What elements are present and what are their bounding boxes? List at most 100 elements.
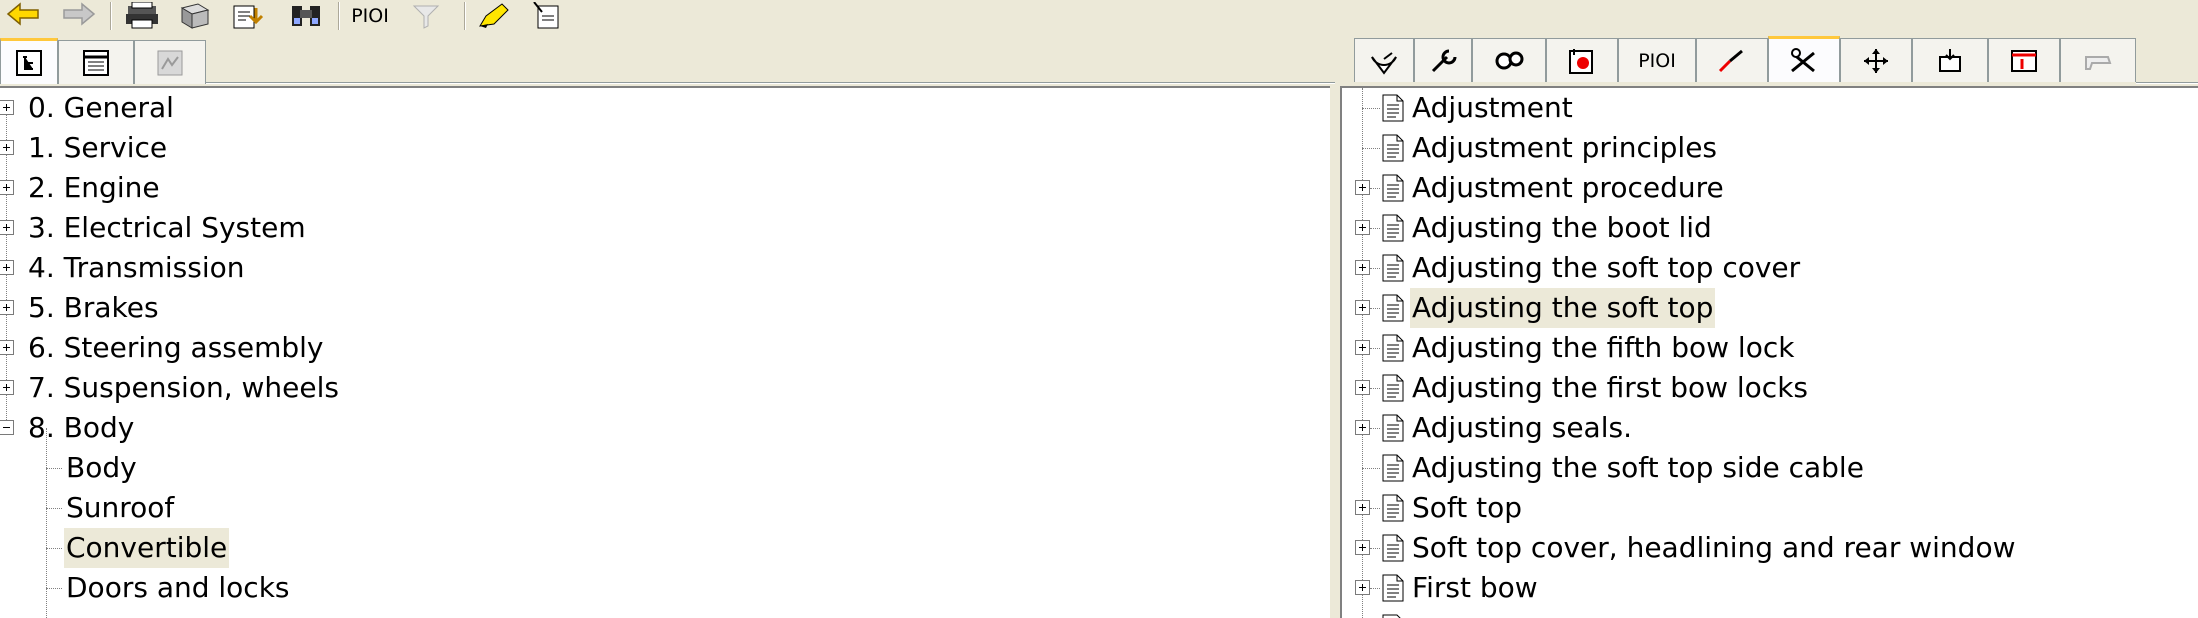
tab-pioi-label: PIOI (1638, 49, 1676, 72)
database-button[interactable] (172, 0, 216, 32)
doc-item-soft-top-cover-headlining[interactable]: Soft top cover, headlining and rear wind… (1342, 528, 2198, 568)
tab-graphics[interactable] (134, 40, 206, 84)
forward-button[interactable] (56, 0, 100, 32)
expand-icon[interactable] (0, 220, 14, 235)
expand-icon[interactable] (1355, 180, 1370, 195)
doc-item-adjusting-seals[interactable]: Adjusting seals. (1342, 408, 2198, 448)
tab-remove-install[interactable] (1912, 38, 1988, 82)
filter-button[interactable] (404, 0, 448, 32)
expand-icon[interactable] (1355, 420, 1370, 435)
tree-connector (1370, 548, 1380, 549)
tree-connector (1370, 428, 1380, 429)
tree-item-engine[interactable]: 2. Engine (0, 168, 1330, 208)
doc-item-adjusting-soft-top[interactable]: Adjusting the soft top (1342, 288, 2198, 328)
document-icon (1382, 94, 1404, 122)
tab-test[interactable] (1696, 38, 1768, 82)
tree-item-label-selected: Convertible (64, 528, 230, 568)
tab-move[interactable] (1840, 38, 1912, 82)
tree-item-label: 2. Engine (28, 171, 160, 204)
binoculars-icon (292, 6, 320, 26)
probe-icon (1718, 49, 1743, 72)
doc-item-label: First bow (1412, 571, 1538, 604)
tree-item-service[interactable]: 1. Service (0, 128, 1330, 168)
expand-icon[interactable] (0, 340, 14, 355)
doc-item-adjusting-soft-top-side-cable[interactable]: Adjusting the soft top side cable (1342, 448, 2198, 488)
print-button[interactable] (120, 0, 164, 32)
tree-child-sunroof[interactable]: Sunroof (0, 488, 1330, 528)
expand-icon[interactable] (0, 260, 14, 275)
tree-child-doors-and-locks[interactable]: Doors and locks (0, 568, 1330, 608)
tree-item-steering-assembly[interactable]: 6. Steering assembly (0, 328, 1330, 368)
doc-item-label: Adjustment procedure (1412, 171, 1724, 204)
tree-child-convertible[interactable]: Convertible (0, 528, 1330, 568)
expand-icon[interactable] (1355, 500, 1370, 515)
tree-connector (46, 468, 62, 469)
tab-gears[interactable] (1472, 38, 1546, 82)
gears-icon (1495, 51, 1524, 69)
expand-icon[interactable] (0, 140, 14, 155)
doc-item-adjustment-principles[interactable]: Adjustment principles (1342, 128, 2198, 168)
expand-icon[interactable] (1355, 260, 1370, 275)
expand-icon[interactable] (1355, 540, 1370, 555)
tree-connector (1370, 188, 1380, 189)
expand-icon[interactable] (0, 380, 14, 395)
tab-gauge[interactable] (1354, 38, 1414, 82)
document-icon (1382, 614, 1401, 618)
tree-item-brakes[interactable]: 5. Brakes (0, 288, 1330, 328)
tree-item-electrical-system[interactable]: 3. Electrical System (0, 208, 1330, 248)
doc-item-adjusting-boot-lid[interactable]: Adjusting the boot lid (1342, 208, 2198, 248)
expand-icon[interactable] (1355, 340, 1370, 355)
tab-tree[interactable] (0, 38, 58, 84)
tree-connector (1370, 308, 1380, 309)
adjust-wrench-icon (1791, 47, 1815, 72)
download-button[interactable] (228, 0, 272, 32)
download-doc-icon (233, 5, 264, 29)
expand-icon[interactable] (1355, 300, 1370, 315)
tree-child-body[interactable]: Body (0, 448, 1330, 488)
doc-item-partial[interactable] (1342, 608, 2198, 618)
tab-document[interactable] (58, 40, 134, 84)
doc-item-adjusting-soft-top-cover[interactable]: Adjusting the soft top cover (1342, 248, 2198, 288)
doc-item-first-bow[interactable]: First bow (1342, 568, 2198, 608)
doc-item-label: Adjusting the soft top cover (1412, 251, 1801, 284)
expand-icon[interactable] (1355, 380, 1370, 395)
tree-connector (1370, 268, 1380, 269)
back-button[interactable] (2, 0, 46, 32)
doc-item-adjustment[interactable]: Adjustment (1342, 88, 2198, 128)
expand-icon[interactable] (0, 100, 14, 115)
find-button[interactable] (284, 0, 328, 32)
note-button[interactable] (526, 0, 570, 32)
collapse-icon[interactable] (0, 420, 14, 435)
doc-item-adjusting-fifth-bow-lock[interactable]: Adjusting the fifth bow lock (1342, 328, 2198, 368)
pioi-button[interactable]: PIOI (348, 0, 392, 32)
document-tree-pane[interactable]: Adjustment Adjustment principles Adjustm… (1340, 86, 2198, 618)
doc-item-adjustment-procedure[interactable]: Adjustment procedure (1342, 168, 2198, 208)
tab-diagnosis[interactable] (1546, 38, 1618, 82)
system-tree-pane[interactable]: 0. General 1. Service 2. Engine 3. Elect… (0, 86, 1330, 618)
doc-item-soft-top[interactable]: Soft top (1342, 488, 2198, 528)
tab-pioi[interactable]: PIOI (1618, 38, 1696, 82)
tab-strip-line (206, 82, 1335, 84)
install-icon (1939, 48, 1961, 72)
tree-item-body[interactable]: 8. Body (0, 408, 1330, 448)
tab-tools[interactable] (1414, 38, 1472, 82)
expand-icon[interactable] (1355, 580, 1370, 595)
tree-item-transmission[interactable]: 4. Transmission (0, 248, 1330, 288)
expand-icon[interactable] (0, 300, 14, 315)
tree-item-suspension-wheels[interactable]: 7. Suspension, wheels (0, 368, 1330, 408)
toolbar-separator (338, 2, 340, 30)
tab-adjust[interactable] (1768, 36, 1840, 82)
tree-item-label: Doors and locks (66, 571, 290, 604)
document-icon (1382, 134, 1404, 162)
expand-icon[interactable] (0, 180, 14, 195)
doc-item-adjusting-first-bow-locks[interactable]: Adjusting the first bow locks (1342, 368, 2198, 408)
highlight-button[interactable] (472, 0, 516, 32)
doc-item-label: Soft top cover, headlining and rear wind… (1412, 531, 2016, 564)
tab-specs[interactable] (1988, 38, 2060, 82)
pane-splitter[interactable] (1330, 86, 1340, 616)
tab-special-tools[interactable] (2060, 38, 2136, 82)
doc-item-label: Adjusting seals. (1412, 411, 1632, 444)
tree-item-general[interactable]: 0. General (0, 88, 1330, 128)
document-icon (1382, 374, 1404, 402)
expand-icon[interactable] (1355, 220, 1370, 235)
